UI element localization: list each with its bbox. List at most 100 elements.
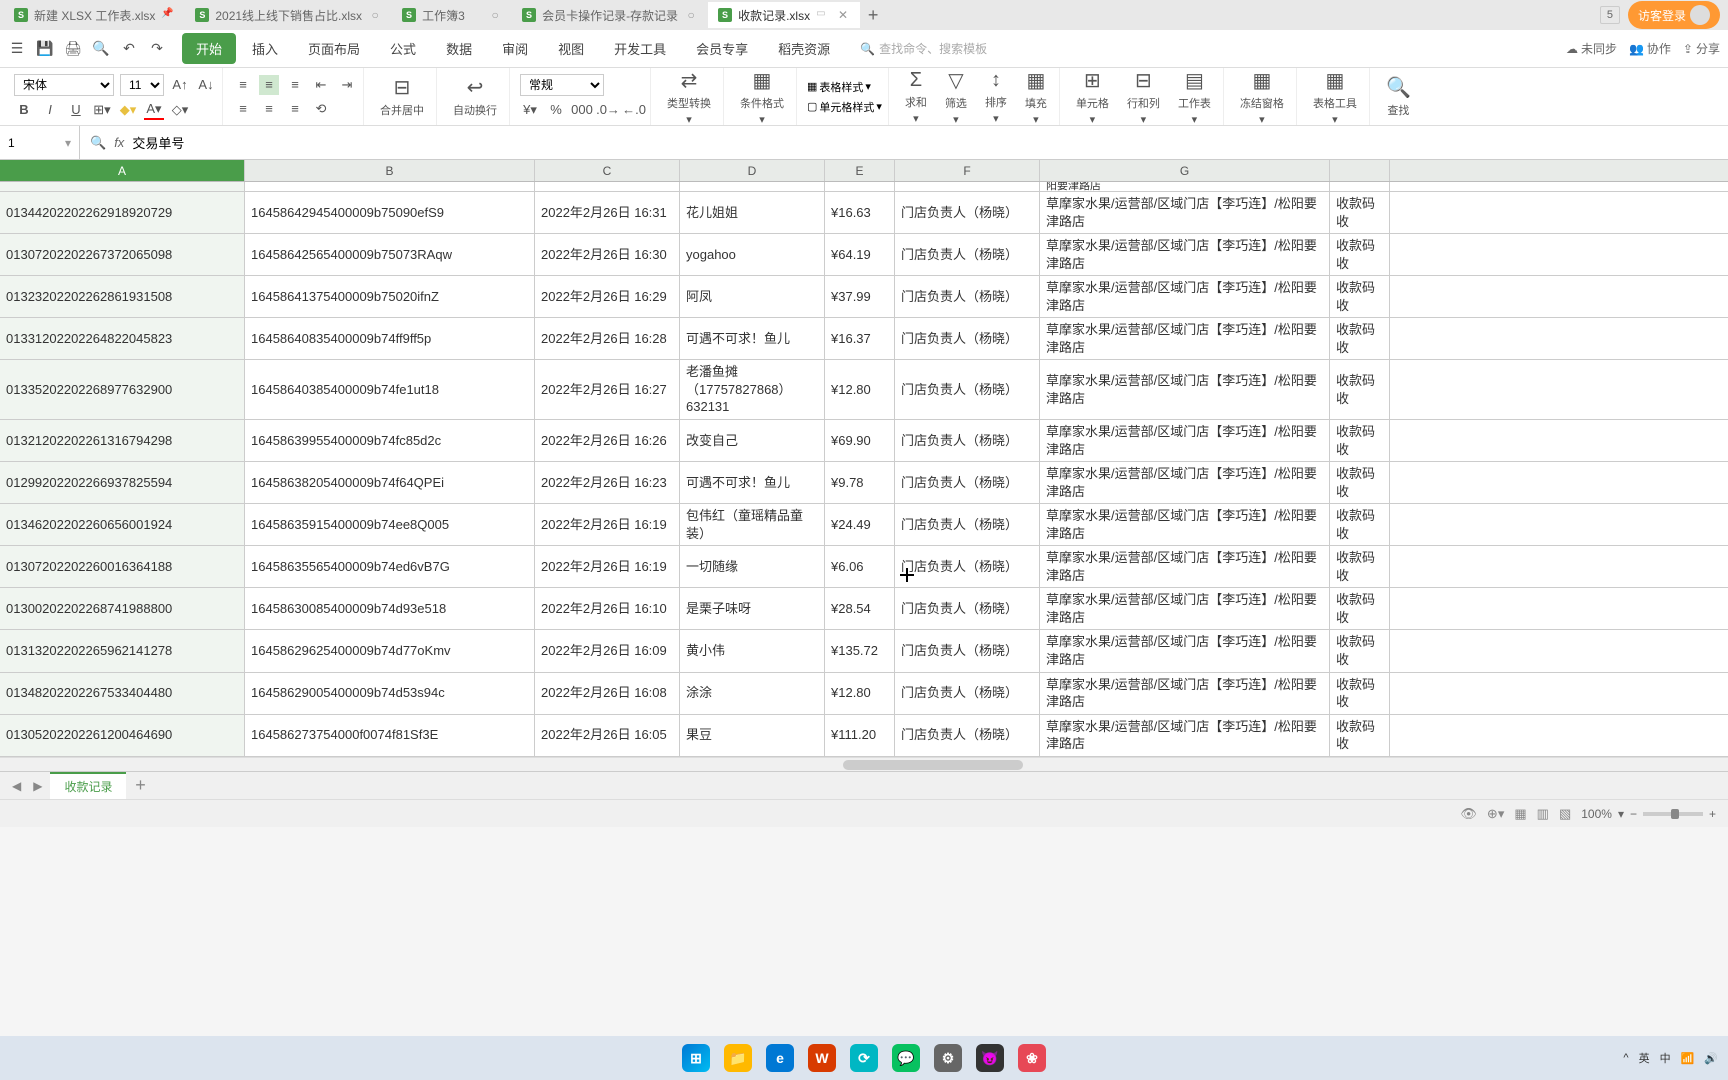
col-header-h[interactable] [1330,160,1390,181]
font-color-button[interactable]: A▾ [144,100,164,120]
menu-view[interactable]: 视图 [544,33,598,64]
cell[interactable]: 2022年2月26日 16:31 [535,192,680,233]
doc-tab-3[interactable]: S工作簿3○ [392,2,512,28]
cell[interactable]: 草摩家水果/运营部/区域门店【李巧连】/松阳要津路店 [1040,234,1330,275]
ime-indicator[interactable]: 英 [1639,1050,1650,1066]
worksheet-button[interactable]: ▤工作表▾ [1172,66,1217,128]
cell[interactable]: 16458635565400009b74ed6vB7G [245,546,535,587]
number-format-select[interactable]: 常规 [520,74,604,96]
menu-formula[interactable]: 公式 [376,33,430,64]
wps-icon[interactable]: W [804,1040,840,1076]
comma-button[interactable]: 000 [572,100,592,120]
add-sheet-button[interactable]: + [130,776,150,796]
cell[interactable]: yogahoo [680,234,825,275]
cell[interactable]: 花儿姐姐 [680,192,825,233]
cell[interactable]: 164586273754000f0074f81Sf3E [245,715,535,756]
edge-icon[interactable]: e [762,1040,798,1076]
undo-button[interactable]: ↶ [120,40,138,58]
eye-icon[interactable]: 👁 [1460,806,1477,822]
font-shrink-button[interactable]: A↓ [196,75,216,95]
cell[interactable]: 01321202202261316794298 [0,420,245,461]
cell[interactable]: 门店负责人（杨晓） [895,234,1040,275]
app-icon-1[interactable]: ⟳ [846,1040,882,1076]
menu-insert[interactable]: 插入 [238,33,292,64]
conditional-format-button[interactable]: ▦条件格式▾ [734,66,790,128]
cell[interactable]: 2022年2月26日 16:27 [535,360,680,419]
cell[interactable]: 草摩家水果/运营部/区域门店【李巧连】/松阳要津路店 [1040,276,1330,317]
cell[interactable]: 改变自己 [680,420,825,461]
indent-dec-button[interactable]: ⇤ [311,75,331,95]
cell[interactable]: 16458639955400009b74fc85d2c [245,420,535,461]
cell[interactable]: 门店负责人（杨晓） [895,630,1040,671]
cell[interactable]: 草摩家水果/运营部/区域门店【李巧连】/松阳要津路店 [1040,462,1330,503]
table-tools-button[interactable]: ▦表格工具▾ [1307,66,1363,128]
cell[interactable]: 草摩家水果/运营部/区域门店【李巧连】/松阳要津路店 [1040,715,1330,756]
start-button[interactable]: ⊞ [678,1040,714,1076]
cell[interactable]: 涂涂 [680,673,825,714]
table-row[interactable]: 0130720220226737206509816458642565400009… [0,234,1728,276]
orientation-button[interactable]: ⟲ [311,99,331,119]
share-button[interactable]: ⇪ 分享 [1683,40,1720,57]
menu-review[interactable]: 审阅 [488,33,542,64]
volume-icon[interactable]: 🔊 [1704,1052,1718,1065]
cell[interactable]: ¥24.49 [825,504,895,545]
cell[interactable]: 门店负责人（杨晓） [895,318,1040,359]
menu-layout[interactable]: 页面布局 [294,33,374,64]
collab-button[interactable]: 👥 协作 [1629,40,1671,57]
cell[interactable]: ¥28.54 [825,588,895,629]
cell[interactable]: 16458641375400009b75020ifnZ [245,276,535,317]
view-page-icon[interactable]: ▥ [1537,806,1549,822]
cell[interactable]: 老潘鱼摊（17757827868）632131 [680,360,825,419]
cell[interactable]: 01344202202262918920729 [0,192,245,233]
close-icon[interactable]: ○ [488,8,502,22]
menu-start[interactable]: 开始 [182,33,236,64]
cell[interactable]: 01300202202268741988800 [0,588,245,629]
cell[interactable]: 门店负责人（杨晓） [895,420,1040,461]
highlight-button[interactable]: ◇▾ [170,100,190,120]
cell[interactable]: 收款码收 [1330,715,1390,756]
align-bottom-button[interactable]: ≡ [285,75,305,95]
cell[interactable]: ¥111.20 [825,715,895,756]
menu-resource[interactable]: 稻壳资源 [764,33,844,64]
cell[interactable]: 一切随缘 [680,546,825,587]
cell[interactable]: 01335202202268977632900 [0,360,245,419]
cell[interactable]: 黄小伟 [680,630,825,671]
rowcol-button[interactable]: ⊟行和列▾ [1121,66,1166,128]
cell[interactable]: 16458635915400009b74ee8Q005 [245,504,535,545]
cell[interactable]: 包伟红（童瑶精品童装） [680,504,825,545]
col-header-f[interactable]: F [895,160,1040,181]
zoom-in-button[interactable]: + [1709,807,1716,821]
cell[interactable]: 01323202202262861931508 [0,276,245,317]
cell[interactable]: ¥12.80 [825,673,895,714]
fx-icon[interactable]: fx [114,135,124,150]
col-header-a[interactable]: A [0,160,245,181]
cell[interactable]: 草摩家水果/运营部/区域门店【李巧连】/松阳要津路店 [1040,318,1330,359]
align-top-button[interactable]: ≡ [233,75,253,95]
cell[interactable]: 门店负责人（杨晓） [895,673,1040,714]
cell[interactable]: 可遇不可求！鱼儿 [680,462,825,503]
zoom-out-button[interactable]: − [1630,807,1637,821]
cell[interactable]: 01313202202265962141278 [0,630,245,671]
cell[interactable]: 01307202202260016364188 [0,546,245,587]
percent-button[interactable]: % [546,100,566,120]
table-row[interactable]: 0131320220226596214127816458629625400009… [0,630,1728,672]
cell[interactable]: 草摩家水果/运营部/区域门店【李巧连】/松阳要津路店 [1040,420,1330,461]
cell[interactable]: 收款码收 [1330,276,1390,317]
table-row[interactable]: 0130720220226001636418816458635565400009… [0,546,1728,588]
cell[interactable]: 01299202202266937825594 [0,462,245,503]
fill-button[interactable]: ▦填充▾ [1019,66,1053,128]
align-middle-button[interactable]: ≡ [259,75,279,95]
cell[interactable]: 门店负责人（杨晓） [895,546,1040,587]
cell[interactable]: 收款码收 [1330,673,1390,714]
table-row[interactable]: 0134420220226291892072916458642945400009… [0,192,1728,234]
sheet-tab[interactable]: 收款记录 [50,772,126,799]
horizontal-scrollbar[interactable] [0,757,1728,771]
align-right-button[interactable]: ≡ [285,99,305,119]
save-button[interactable]: 💾 [36,40,54,58]
zoom-control[interactable]: 100%▾ − + [1581,807,1716,821]
border-button[interactable]: ⊞▾ [92,100,112,120]
dec-dec-button[interactable]: ←.0 [624,100,644,120]
bold-button[interactable]: B [14,100,34,120]
cell[interactable]: 收款码收 [1330,318,1390,359]
cell[interactable]: 16458629005400009b74d53s94c [245,673,535,714]
